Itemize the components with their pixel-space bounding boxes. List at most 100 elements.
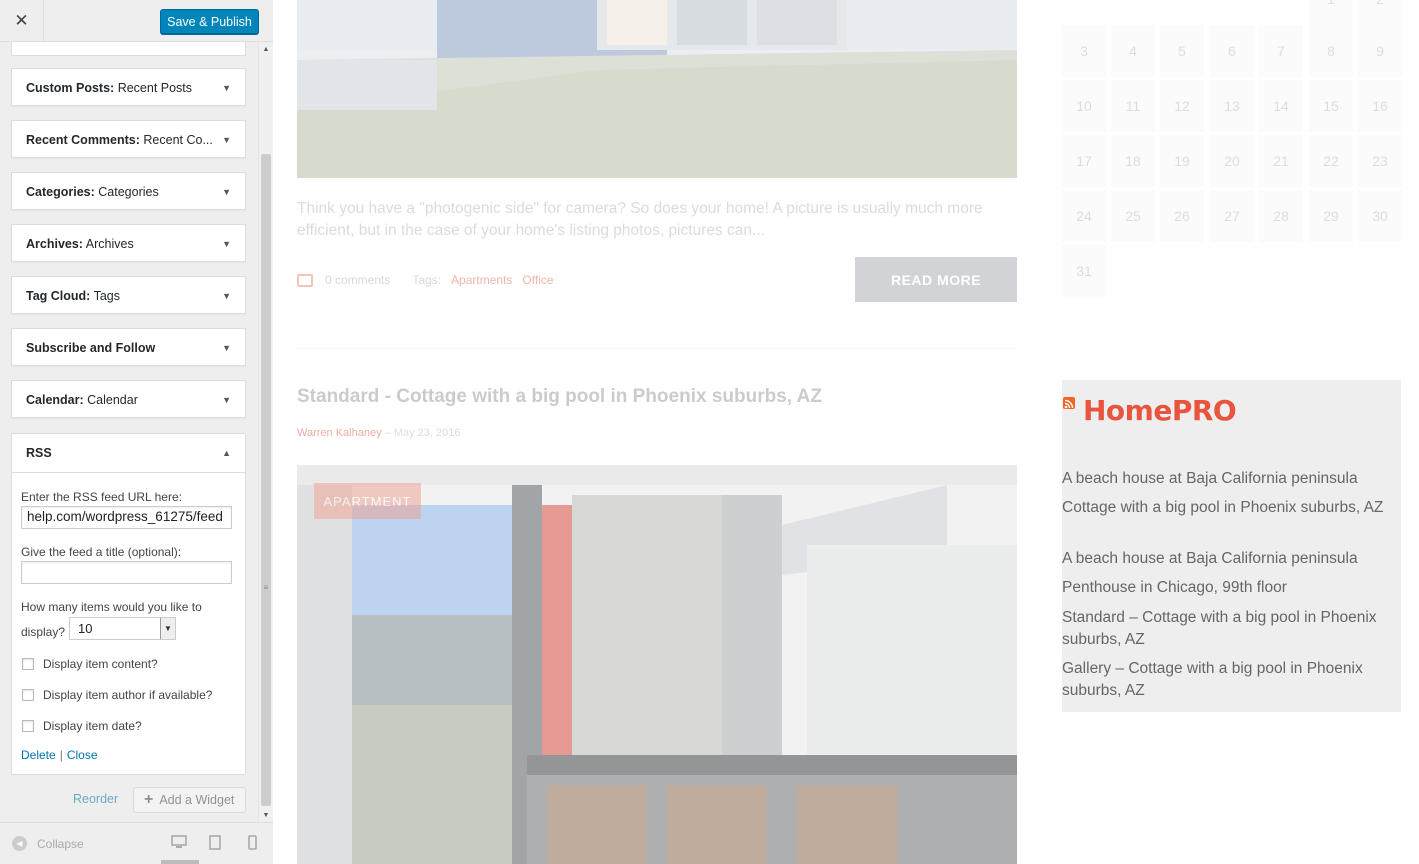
collapse-arrow-icon: ◀ bbox=[12, 836, 27, 851]
widget-type: Tag Cloud: bbox=[26, 289, 91, 303]
display-author-checkbox[interactable] bbox=[22, 689, 34, 701]
post-image-kitchen[interactable] bbox=[297, 465, 1017, 864]
calendar-day: 20 bbox=[1210, 135, 1254, 187]
widget-tag-cloud[interactable]: Tag Cloud: Tags ▼ bbox=[11, 276, 246, 314]
post-meta: 0 comments Tags: Apartments Office bbox=[297, 273, 554, 287]
read-more-button[interactable]: READ MORE bbox=[855, 257, 1017, 302]
calendar-day: 29 bbox=[1309, 190, 1353, 242]
reorder-link[interactable]: Reorder bbox=[73, 792, 118, 806]
widget-rss: RSS ▲ Enter the RSS feed URL here: help.… bbox=[11, 433, 246, 775]
expand-arrow-icon[interactable]: ▼ bbox=[222, 173, 231, 211]
expand-arrow-icon[interactable]: ▼ bbox=[222, 329, 231, 367]
category-badge[interactable]: APARTMENT bbox=[314, 483, 421, 519]
rss-item-link[interactable]: Gallery – Cottage with a big pool in Pho… bbox=[1062, 658, 1397, 702]
scroll-up-icon[interactable]: ▲ bbox=[259, 42, 273, 56]
items-count-label-2: display? bbox=[21, 625, 66, 639]
calendar-day: 8 bbox=[1309, 25, 1353, 77]
add-widget-label: Add a Widget bbox=[159, 793, 235, 807]
close-link[interactable]: Close bbox=[67, 748, 98, 762]
expand-arrow-icon[interactable]: ▼ bbox=[222, 225, 231, 263]
tag-link[interactable]: Office bbox=[522, 273, 553, 287]
chevron-down-icon[interactable]: ▼ bbox=[160, 618, 175, 639]
widget-type: Categories: bbox=[26, 185, 95, 199]
calendar-widget-preview: 1234567891011121314151617181920212223242… bbox=[1062, 0, 1402, 300]
rss-feed-title[interactable]: HomePRO bbox=[1083, 394, 1237, 427]
collapse-button[interactable]: ◀ Collapse bbox=[12, 836, 84, 851]
rss-url-input[interactable]: help.com/wordpress_61275/feed bbox=[21, 506, 232, 529]
widget-type: RSS bbox=[26, 446, 52, 460]
post-title[interactable]: Standard - Cottage with a big pool in Ph… bbox=[297, 386, 822, 408]
post-author[interactable]: Warren Kalhaney bbox=[297, 427, 382, 439]
rss-item-link[interactable]: Cottage with a big pool in Phoenix subur… bbox=[1062, 497, 1397, 519]
checkbox-label: Display item date? bbox=[43, 719, 142, 733]
tag-link[interactable]: Apartments bbox=[451, 273, 512, 287]
items-count-select[interactable]: 10 ▼ bbox=[69, 617, 176, 640]
calendar-day: 23 bbox=[1358, 135, 1402, 187]
scroll-down-icon[interactable]: ▼ bbox=[259, 808, 273, 822]
delete-link[interactable]: Delete bbox=[21, 748, 56, 762]
mobile-preview-icon[interactable] bbox=[248, 835, 257, 853]
tablet-preview-icon[interactable] bbox=[209, 835, 221, 853]
display-content-checkbox[interactable] bbox=[22, 658, 34, 670]
post-excerpt: Think you have a "photogenic side" for c… bbox=[297, 200, 983, 239]
expand-arrow-icon[interactable]: ▼ bbox=[222, 277, 231, 315]
rss-title-input[interactable] bbox=[21, 561, 232, 584]
plus-icon: + bbox=[144, 791, 154, 808]
grip-icon: ≡ bbox=[263, 583, 269, 592]
rss-item-link[interactable]: A beach house at Baja California peninsu… bbox=[1062, 548, 1397, 570]
calendar-day: 5 bbox=[1160, 25, 1204, 77]
collapse-arrow-icon[interactable]: ▲ bbox=[222, 434, 231, 473]
rss-item-link[interactable]: Penthouse in Chicago, 99th floor bbox=[1062, 577, 1397, 599]
widget-calendar[interactable]: Calendar: Calendar ▼ bbox=[11, 380, 246, 418]
active-device-indicator bbox=[161, 860, 199, 864]
calendar-day: 22 bbox=[1309, 135, 1353, 187]
widget-custom-posts[interactable]: Custom Posts: Recent Posts ▼ bbox=[11, 68, 246, 106]
widget-recent-comments[interactable]: Recent Comments: Recent Co... ▼ bbox=[11, 120, 246, 158]
calendar-day: 24 bbox=[1062, 190, 1106, 242]
calendar-day: 12 bbox=[1160, 80, 1204, 132]
widget-subscribe-follow[interactable]: Subscribe and Follow ▼ bbox=[11, 328, 246, 366]
rss-item-link[interactable]: A beach house at Baja California peninsu… bbox=[1062, 468, 1397, 490]
widget-type: Calendar: bbox=[26, 393, 84, 407]
post-divider bbox=[297, 348, 1017, 349]
checkbox-label: Display item content? bbox=[43, 657, 158, 671]
expand-arrow-icon[interactable]: ▼ bbox=[222, 381, 231, 419]
calendar-day: 1 bbox=[1309, 0, 1353, 25]
save-publish-button[interactable]: Save & Publish bbox=[160, 9, 259, 34]
calendar-day: 4 bbox=[1111, 25, 1155, 77]
expand-arrow-icon[interactable]: ▼ bbox=[222, 121, 231, 159]
rss-feed-icon[interactable] bbox=[1063, 397, 1075, 409]
calendar-day: 21 bbox=[1259, 135, 1303, 187]
items-count-value: 10 bbox=[78, 621, 93, 636]
calendar-day: 28 bbox=[1259, 190, 1303, 242]
widget-type: Custom Posts: bbox=[26, 81, 115, 95]
sidebar-scrollbar[interactable]: ▲ ≡ ▼ bbox=[258, 42, 273, 822]
widget-title: Recent Co... bbox=[143, 133, 213, 147]
widget-control-links: Delete | Close bbox=[21, 748, 98, 762]
display-date-checkbox[interactable] bbox=[22, 720, 34, 732]
widget-categories[interactable]: Categories: Categories ▼ bbox=[11, 172, 246, 210]
post-byline: Warren Kalhaney – May 23, 2016 bbox=[297, 427, 461, 439]
calendar-day: 11 bbox=[1111, 80, 1155, 132]
comments-count[interactable]: 0 comments bbox=[325, 273, 390, 287]
calendar-day: 19 bbox=[1160, 135, 1204, 187]
widget-archives[interactable]: Archives: Archives ▼ bbox=[11, 224, 246, 262]
rss-item-link[interactable]: Standard – Cottage with a big pool in Ph… bbox=[1062, 607, 1397, 651]
widget-title: Archives bbox=[85, 237, 134, 251]
rss-widget-header[interactable]: RSS ▲ bbox=[12, 434, 245, 473]
post-image-house[interactable] bbox=[297, 0, 1017, 178]
calendar-day: 6 bbox=[1210, 25, 1254, 77]
scrollbar-thumb[interactable]: ≡ bbox=[261, 154, 271, 806]
desktop-preview-icon[interactable] bbox=[171, 835, 187, 852]
rss-url-label: Enter the RSS feed URL here: bbox=[21, 490, 182, 504]
expand-arrow-icon[interactable]: ▼ bbox=[222, 69, 231, 107]
customizer-header: ✕ Save & Publish bbox=[0, 0, 273, 42]
post-date: May 23, 2016 bbox=[393, 427, 461, 439]
widget-title: Recent Posts bbox=[117, 81, 193, 95]
widget-title: Calendar bbox=[87, 393, 138, 407]
comment-icon bbox=[297, 273, 313, 287]
customizer-footer: ◀ Collapse bbox=[0, 822, 273, 864]
close-icon[interactable]: ✕ bbox=[0, 0, 44, 42]
add-widget-button[interactable]: + Add a Widget bbox=[133, 787, 246, 813]
calendar-day: 14 bbox=[1259, 80, 1303, 132]
